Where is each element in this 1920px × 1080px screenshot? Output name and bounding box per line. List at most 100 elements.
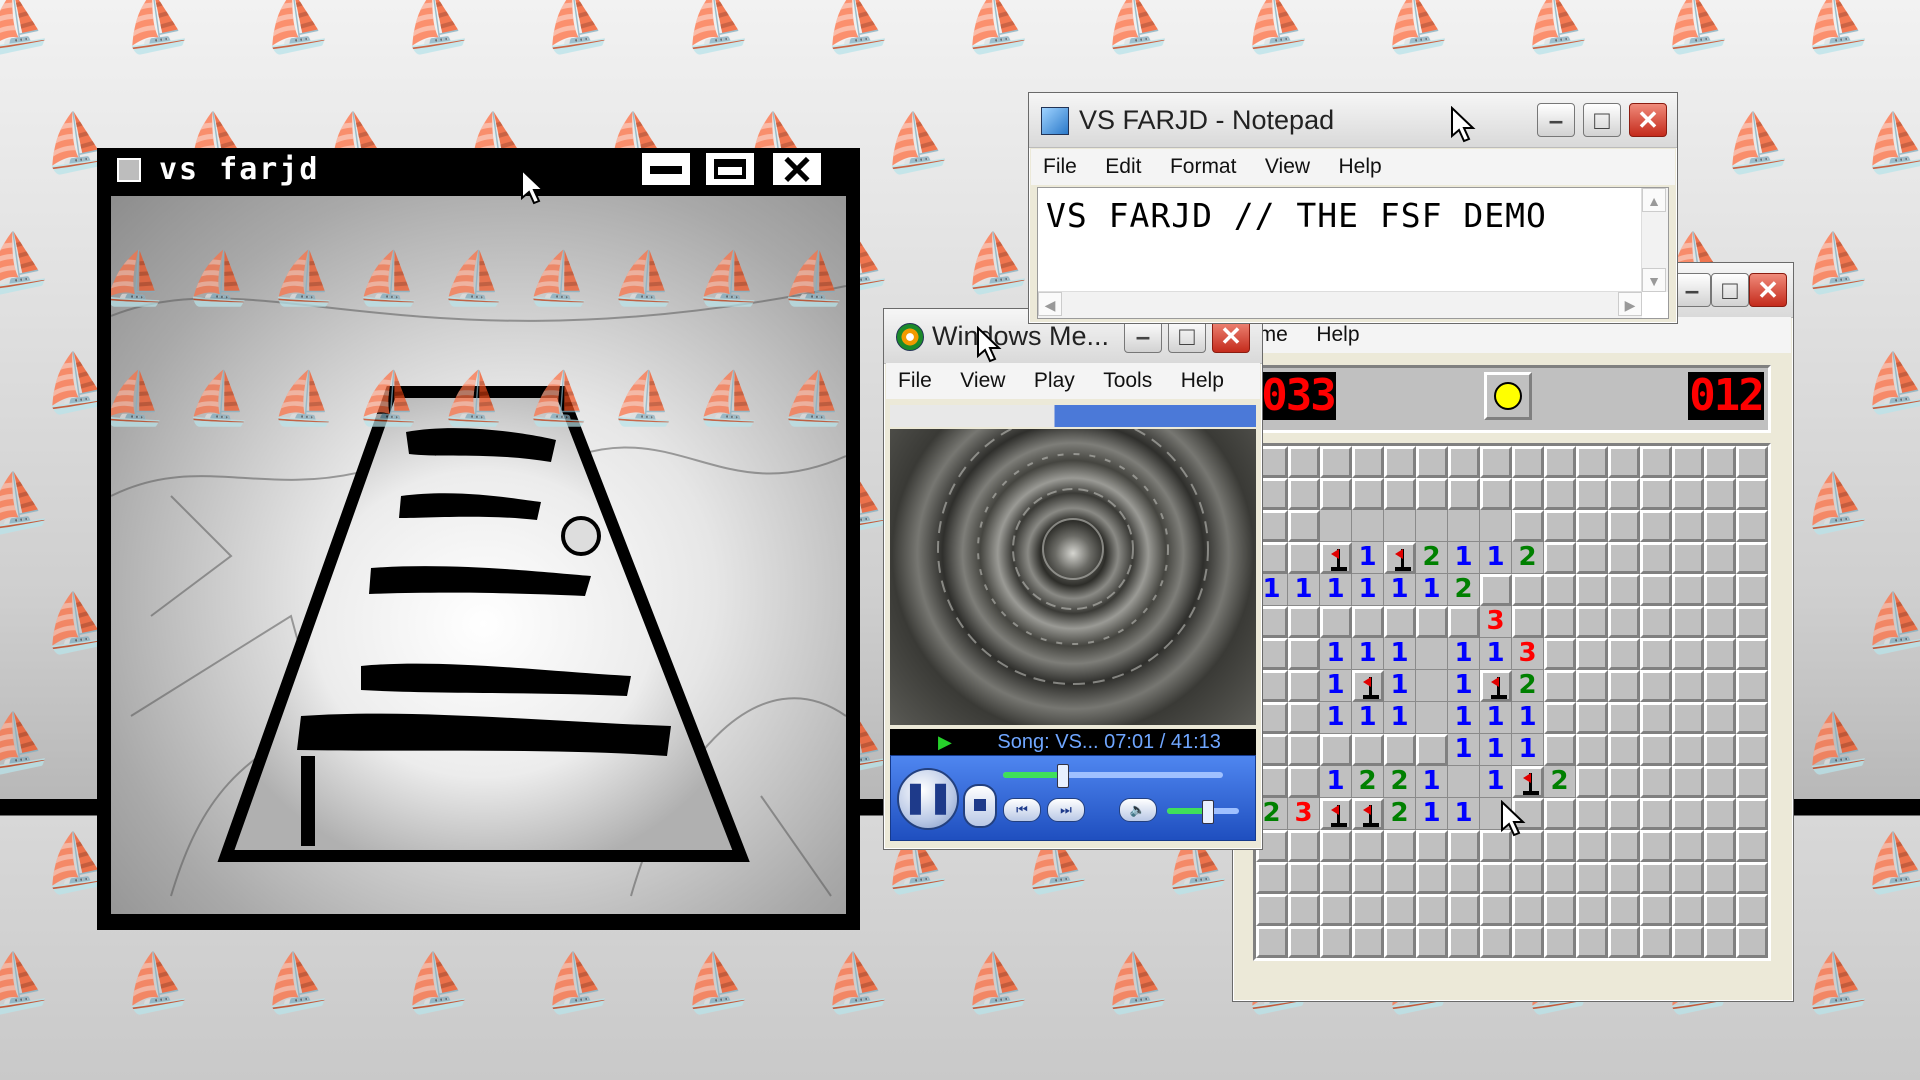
mine-cell-covered[interactable]: [1640, 574, 1672, 606]
scroll-left-icon[interactable]: ◀: [1038, 292, 1062, 316]
mine-cell-covered[interactable]: [1352, 862, 1384, 894]
smiley-button[interactable]: [1484, 372, 1532, 420]
mine-cell-covered[interactable]: [1608, 734, 1640, 766]
mine-cell-covered[interactable]: [1544, 702, 1576, 734]
close-button[interactable]: ✕: [1212, 319, 1250, 353]
mine-cell-covered[interactable]: [1704, 702, 1736, 734]
mine-cell-covered[interactable]: [1288, 862, 1320, 894]
mine-cell-covered[interactable]: [1512, 606, 1544, 638]
mine-cell-covered[interactable]: [1416, 830, 1448, 862]
mine-cell-number[interactable]: 1: [1320, 702, 1352, 734]
game-viewport[interactable]: ⛵⛵⛵⛵⛵⛵⛵⛵⛵⛵⛵⛵⛵⛵⛵⛵⛵⛵⛵⛵: [111, 196, 846, 914]
mine-cell-number[interactable]: 1: [1448, 734, 1480, 766]
mine-cell-number[interactable]: 1: [1288, 574, 1320, 606]
mine-cell-covered[interactable]: [1448, 478, 1480, 510]
mine-cell-number[interactable]: 1: [1480, 542, 1512, 574]
mine-cell-number[interactable]: 1: [1480, 702, 1512, 734]
mine-cell-covered[interactable]: [1736, 606, 1768, 638]
mine-cell-covered[interactable]: [1672, 702, 1704, 734]
mine-cell-covered[interactable]: [1384, 734, 1416, 766]
mine-cell-covered[interactable]: [1672, 862, 1704, 894]
mine-cell-number[interactable]: 1: [1512, 734, 1544, 766]
mine-cell-empty[interactable]: [1448, 510, 1480, 542]
mine-cell-covered[interactable]: [1704, 862, 1736, 894]
mine-cell-covered[interactable]: [1608, 862, 1640, 894]
notepad-titlebar[interactable]: VS FARJD - Notepad – □ ✕: [1029, 93, 1677, 148]
mine-cell-covered[interactable]: [1704, 798, 1736, 830]
mine-cell-covered[interactable]: [1576, 574, 1608, 606]
mine-cell-number[interactable]: 1: [1416, 766, 1448, 798]
mine-cell-number[interactable]: 1: [1384, 574, 1416, 606]
mine-cell-number[interactable]: 3: [1512, 638, 1544, 670]
mine-cell-covered[interactable]: [1736, 798, 1768, 830]
mine-cell-covered[interactable]: [1352, 734, 1384, 766]
mine-cell-covered[interactable]: [1256, 926, 1288, 958]
mine-cell-number[interactable]: 2: [1544, 766, 1576, 798]
mine-cell-covered[interactable]: [1288, 638, 1320, 670]
seek-bar[interactable]: [1003, 764, 1223, 788]
menu-file[interactable]: File: [1031, 149, 1089, 185]
notepad-window[interactable]: VS FARJD - Notepad – □ ✕ File Edit Forma…: [1028, 92, 1678, 324]
notepad-content[interactable]: VS FARJD // THE FSF DEMO: [1046, 196, 1547, 235]
mine-cell-covered[interactable]: [1544, 830, 1576, 862]
mine-cell-covered[interactable]: [1704, 830, 1736, 862]
mine-cell-covered[interactable]: [1608, 798, 1640, 830]
mine-cell-covered[interactable]: [1640, 830, 1672, 862]
menu-view[interactable]: View: [1253, 149, 1322, 185]
mine-cell-covered[interactable]: [1320, 830, 1352, 862]
mine-cell-covered[interactable]: [1576, 702, 1608, 734]
mine-cell-covered[interactable]: [1608, 574, 1640, 606]
mine-cell-covered[interactable]: [1320, 606, 1352, 638]
mine-cell-covered[interactable]: [1576, 638, 1608, 670]
mine-cell-number[interactable]: 1: [1352, 542, 1384, 574]
mine-cell-covered[interactable]: [1320, 926, 1352, 958]
mine-cell-covered[interactable]: [1576, 894, 1608, 926]
mine-cell-covered[interactable]: [1736, 830, 1768, 862]
mine-cell-covered[interactable]: [1384, 830, 1416, 862]
mine-cell-covered[interactable]: [1288, 478, 1320, 510]
menu-format[interactable]: Format: [1158, 149, 1249, 185]
mine-cell-covered[interactable]: [1288, 510, 1320, 542]
mine-cell-covered[interactable]: [1576, 670, 1608, 702]
mine-cell-covered[interactable]: [1640, 766, 1672, 798]
mine-cell-covered[interactable]: [1704, 446, 1736, 478]
mine-cell-covered[interactable]: [1480, 446, 1512, 478]
mine-cell-covered[interactable]: [1288, 734, 1320, 766]
mine-cell-covered[interactable]: [1640, 702, 1672, 734]
mine-cell-covered[interactable]: [1704, 894, 1736, 926]
close-button[interactable]: ✕: [1629, 103, 1667, 137]
mine-cell-covered[interactable]: [1672, 894, 1704, 926]
mine-cell-number[interactable]: 1: [1416, 798, 1448, 830]
mine-cell-covered[interactable]: [1640, 734, 1672, 766]
mine-cell-empty[interactable]: [1320, 510, 1352, 542]
mine-cell-covered[interactable]: [1544, 638, 1576, 670]
seek-thumb[interactable]: [1057, 764, 1070, 788]
mine-cell-number[interactable]: 1: [1448, 702, 1480, 734]
mine-cell-covered[interactable]: [1544, 478, 1576, 510]
mine-cell-covered[interactable]: [1512, 574, 1544, 606]
mine-cell-covered[interactable]: [1736, 702, 1768, 734]
mine-cell-covered[interactable]: [1736, 926, 1768, 958]
mute-button[interactable]: 🔈: [1119, 798, 1157, 822]
mine-cell-covered[interactable]: [1320, 862, 1352, 894]
mine-cell-covered[interactable]: [1416, 606, 1448, 638]
mine-cell-covered[interactable]: [1288, 830, 1320, 862]
mine-cell-covered[interactable]: [1608, 606, 1640, 638]
mine-cell-number[interactable]: 1: [1352, 702, 1384, 734]
mine-cell-covered[interactable]: [1512, 894, 1544, 926]
pause-button[interactable]: ❚❚: [897, 768, 959, 830]
mine-cell-number[interactable]: 1: [1320, 574, 1352, 606]
mine-cell-covered[interactable]: [1736, 478, 1768, 510]
menu-help[interactable]: Help: [1327, 149, 1394, 185]
mine-cell-covered[interactable]: [1608, 702, 1640, 734]
mine-cell-covered[interactable]: [1544, 894, 1576, 926]
minimize-button[interactable]: –: [1124, 319, 1162, 353]
mine-cell-empty[interactable]: [1448, 766, 1480, 798]
mine-cell-covered[interactable]: [1384, 894, 1416, 926]
mine-cell-number[interactable]: 1: [1320, 638, 1352, 670]
mine-cell-covered[interactable]: [1640, 670, 1672, 702]
mine-cell-covered[interactable]: [1608, 638, 1640, 670]
mine-cell-covered[interactable]: [1512, 862, 1544, 894]
mine-cell-empty[interactable]: [1480, 510, 1512, 542]
mine-cell-covered[interactable]: [1608, 446, 1640, 478]
